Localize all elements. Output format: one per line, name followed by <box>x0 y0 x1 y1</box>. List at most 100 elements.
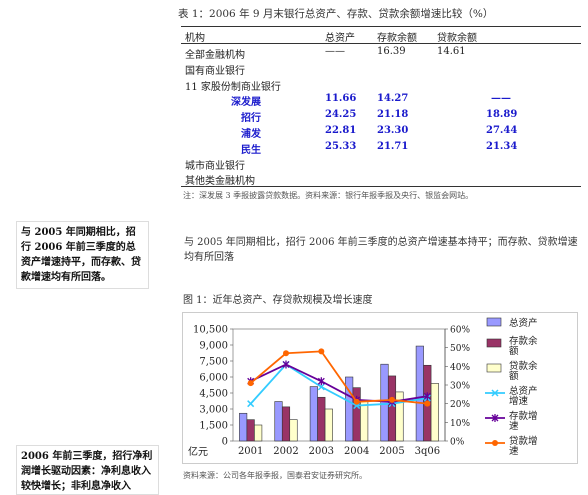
cell-institution: 深发展 <box>231 97 261 109</box>
bar-total-assets <box>415 345 424 442</box>
left-tick-label: 0 <box>222 437 228 448</box>
category-label: 2004 <box>344 446 369 457</box>
bar-loans <box>324 408 333 442</box>
left-tick-label: 4,500 <box>199 389 228 400</box>
bar-deposits <box>317 396 326 442</box>
bar-total-assets <box>380 363 389 442</box>
cell-institution: 国有商业银行 <box>185 65 245 77</box>
bar-loans <box>430 383 439 442</box>
left-tick-label: 9,000 <box>199 341 228 352</box>
bar-total-assets <box>309 386 318 442</box>
cell-deposits: 14.27 <box>377 93 409 105</box>
left-tick-label: 10,500 <box>193 325 228 336</box>
cell-institution: 民生 <box>241 144 261 156</box>
cell-loans: 27.44 <box>486 124 518 136</box>
cell-deposits: 21.71 <box>377 140 409 152</box>
table-note: 注：深发展 3 季报披露贷款数据。资料来源：银行年报季报及央行、银监会网站。 <box>183 191 474 200</box>
table-row: 招行 24.25 21.18 18.89 <box>181 107 581 125</box>
legend-marker-circle <box>492 440 498 446</box>
table-row: 民生 25.33 21.71 21.34 <box>181 139 581 156</box>
table-row: 国有商业银行 <box>181 60 581 77</box>
cell-total-assets: —— <box>325 46 345 57</box>
line-marker-circle <box>353 398 360 405</box>
cell-loans: 21.34 <box>486 140 518 152</box>
legend-label-cont: 速 <box>509 446 519 457</box>
left-tick-label: 7,500 <box>199 357 228 368</box>
category-label: 3q06 <box>415 446 441 457</box>
table-row: 其他类金融机构 <box>181 170 581 188</box>
table-row: 11 家股份制商业银行 <box>181 76 581 93</box>
chart-container: 0 1,500 3,000 4,500 6,000 7,500 9,000 10,500 0% 1… <box>182 312 578 464</box>
category-label: 2001 <box>238 446 263 457</box>
right-tick-label: 10% <box>450 419 470 429</box>
growth-comparison-table: 机构 总资产 存款余额 贷款余额 全部金融机构 —— 16.39 14.61 国有商业银… <box>181 26 581 187</box>
chart-source: 资料来源：公司各年报季报，国泰君安证券研究所。 <box>183 471 367 480</box>
bar-deposits <box>246 419 255 442</box>
chart-caption: 图 1：近年总资产、存贷款规模及增长速度 <box>183 295 373 306</box>
table-row: 全部金融机构 —— 16.39 14.61 <box>181 44 581 61</box>
table-row: 浦发 22.81 23.30 27.44 <box>181 123 581 140</box>
main-paragraph: 与 2005 年同期相比，招行 2006 年前三季度的总资产增速基本持平；而存款… <box>184 237 578 263</box>
line-marker-circle <box>247 380 254 387</box>
legend-label-cont: 速 <box>509 421 519 432</box>
legend-label-cont: 额 <box>509 370 519 382</box>
category-label: 2003 <box>309 446 334 457</box>
header-institution: 机构 <box>185 33 205 44</box>
right-tick-label: 50% <box>450 344 470 354</box>
cell-institution: 11 家股份制商业银行 <box>185 81 281 93</box>
cell-total-assets: 22.81 <box>325 124 357 136</box>
bar-deposits <box>387 375 397 442</box>
bar-loans <box>289 419 298 442</box>
cell-deposits: 16.39 <box>377 46 406 57</box>
unit-label: 亿元 <box>188 445 208 458</box>
header-total-assets: 总资产 <box>325 33 355 44</box>
left-tick-label: 3,000 <box>199 405 228 416</box>
bar-loans <box>360 401 369 442</box>
legend-label: 总资产 <box>509 317 538 329</box>
cell-total-assets: 11.66 <box>325 93 357 105</box>
bar-total-assets <box>274 401 283 442</box>
line-marker-circle <box>424 400 431 407</box>
bar-total-assets <box>239 412 248 442</box>
line-marker-circle <box>318 348 325 355</box>
side-note-profit: 2006 年前三季度，招行净利润增长驱动因素：净利息收入较快增长；非利息净收入 <box>16 445 159 495</box>
cell-total-assets: 25.33 <box>325 140 357 152</box>
left-tick-label: 1,500 <box>199 421 228 432</box>
cell-deposits: 21.18 <box>377 109 409 121</box>
cell-institution: 全部金融机构 <box>185 50 245 61</box>
legend-label-cont: 额 <box>509 345 519 357</box>
cell-institution: 城市商业银行 <box>185 160 245 172</box>
table-header-row: 机构 总资产 存款余额 贷款余额 <box>181 27 581 44</box>
cell-institution: 其他类金融机构 <box>185 176 255 188</box>
right-tick-label: 60% <box>450 326 470 336</box>
right-tick-label: 40% <box>450 363 470 373</box>
left-tick-label: 6,000 <box>199 373 228 384</box>
cell-institution: 招行 <box>241 113 261 125</box>
cell-loans: 14.61 <box>437 46 466 57</box>
right-tick-label: 30% <box>450 382 470 392</box>
header-loans: 贷款余额 <box>437 33 477 44</box>
cell-loans: 18.89 <box>486 109 518 121</box>
right-tick-label: 0% <box>450 438 465 448</box>
cell-loans: —— <box>491 93 511 105</box>
bar-loans <box>254 424 263 442</box>
legend-label-cont: 增速 <box>509 395 529 407</box>
cell-total-assets: 24.25 <box>325 109 357 121</box>
side-note-summary: 与 2005 年同期相比，招行 2006 年前三季度的总资产增速持平，而存款、贷… <box>16 221 149 289</box>
plot-area <box>232 328 446 442</box>
legend-swatch-bar <box>486 363 502 373</box>
table-body: 全部金融机构 —— 16.39 14.61 国有商业银行 11 家股份制商业银行深发展 11… <box>181 44 581 188</box>
table-caption: 表 1：2006 年 9 月末银行总资产、存款、贷款余额增速比较（%） <box>178 8 494 20</box>
right-tick-label: 20% <box>450 400 470 410</box>
category-label: 2002 <box>273 446 298 457</box>
cell-institution: 浦发 <box>241 128 261 140</box>
legend-swatch-bar <box>486 317 502 327</box>
line-marker-circle <box>389 396 395 403</box>
header-deposits: 存款余额 <box>377 33 417 44</box>
category-label: 2005 <box>379 446 404 457</box>
bar-deposits <box>352 387 361 442</box>
table-row: 深发展 11.66 14.27 —— <box>181 91 581 109</box>
growth-chart: 0 1,500 3,000 4,500 6,000 7,500 9,000 10,500 0% 1… <box>188 317 538 458</box>
line-marker-circle <box>283 350 289 357</box>
cell-deposits: 23.30 <box>377 124 409 136</box>
